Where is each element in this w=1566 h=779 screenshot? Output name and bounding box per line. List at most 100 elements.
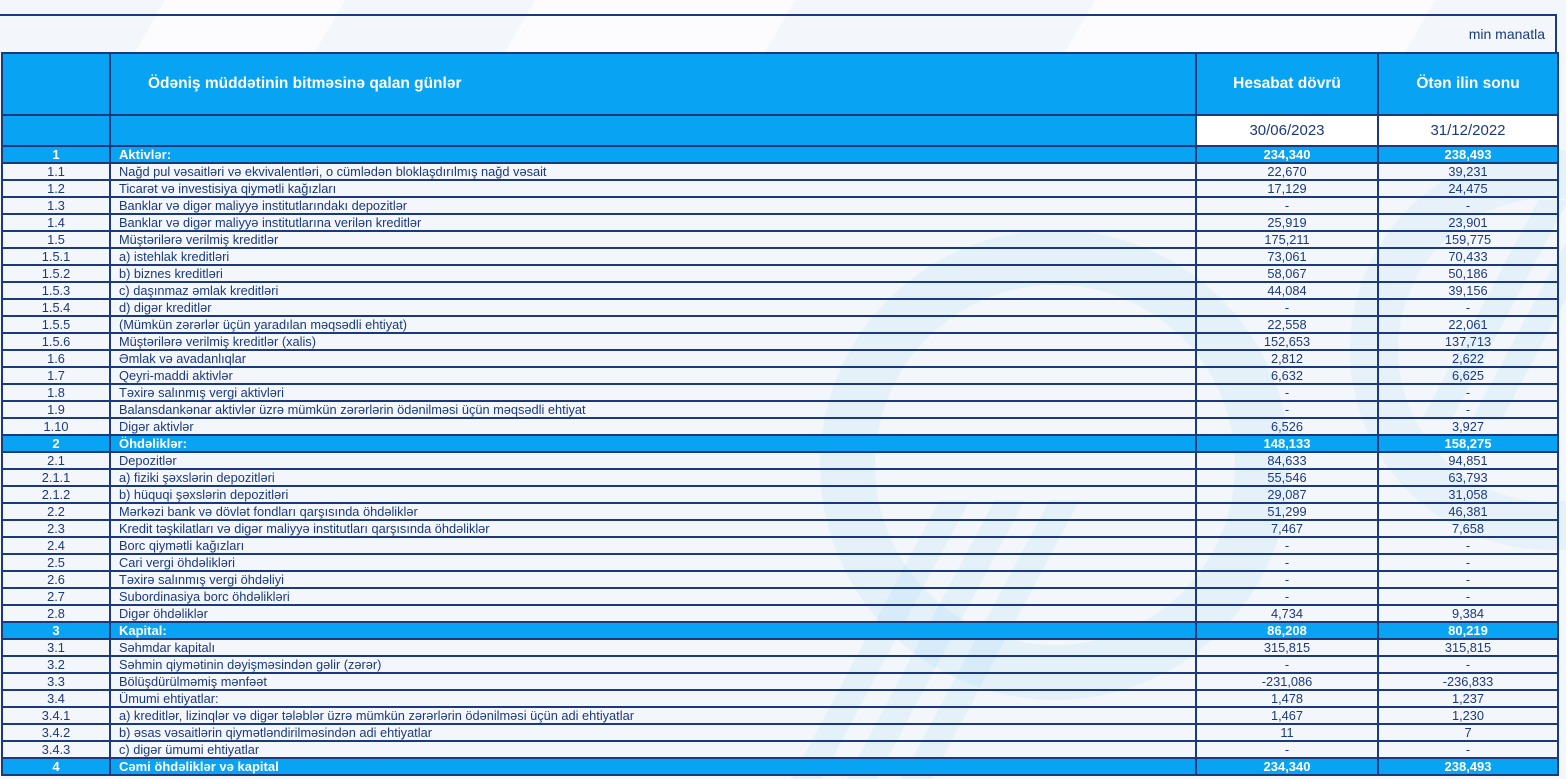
units-label: min manatla <box>1469 26 1545 42</box>
row-label-cell: Cari vergi öhdəlikləri <box>110 554 1196 571</box>
row-number-cell: 3.3 <box>2 673 110 690</box>
previous-value-cell: 137,713 <box>1378 333 1558 350</box>
table-row: 3.4.3c) digər ümumi ehtiyatlar-- <box>2 741 1558 758</box>
table-row: 1.10Digər aktivlər6,5263,927 <box>2 418 1558 435</box>
row-number-cell: 1.5.1 <box>2 248 110 265</box>
current-value-cell: 51,299 <box>1196 503 1378 520</box>
previous-value-cell: - <box>1378 656 1558 673</box>
previous-value-cell: 50,186 <box>1378 265 1558 282</box>
previous-value-cell: -236,833 <box>1378 673 1558 690</box>
row-label-cell: c) digər ümumi ehtiyatlar <box>110 741 1196 758</box>
row-number-cell: 1.2 <box>2 180 110 197</box>
row-label-cell: Aktivlər: <box>110 146 1196 163</box>
balance-sheet-table-wrap: Ödəniş müddətinin bitməsinə qalan günlər… <box>1 52 1558 776</box>
row-number-cell: 1.8 <box>2 384 110 401</box>
row-label-cell: a) fiziki şəxslərin depozitləri <box>110 469 1196 486</box>
row-number-cell: 1.4 <box>2 214 110 231</box>
row-number-cell: 2.2 <box>2 503 110 520</box>
header-number-cell <box>2 53 110 115</box>
current-value-cell: 234,340 <box>1196 146 1378 163</box>
previous-value-cell: 6,625 <box>1378 367 1558 384</box>
current-value-cell: 58,067 <box>1196 265 1378 282</box>
row-number-cell: 1.1 <box>2 163 110 180</box>
current-value-cell: 175,211 <box>1196 231 1378 248</box>
row-number-cell: 1.5 <box>2 231 110 248</box>
previous-value-cell: 31,058 <box>1378 486 1558 503</box>
table-row: 2.1.1a) fiziki şəxslərin depozitləri55,5… <box>2 469 1558 486</box>
table-row: 1.5Müştərilərə verilmiş kreditlər175,211… <box>2 231 1558 248</box>
previous-value-cell: 1,237 <box>1378 690 1558 707</box>
previous-value-cell: 80,219 <box>1378 622 1558 639</box>
row-number-cell: 2.7 <box>2 588 110 605</box>
row-number-cell: 1.5.4 <box>2 299 110 316</box>
row-label-cell: Banklar və digər maliyyə institutlarında… <box>110 197 1196 214</box>
table-row: 2.5Cari vergi öhdəlikləri-- <box>2 554 1558 571</box>
balance-sheet-table: Ödəniş müddətinin bitməsinə qalan günlər… <box>1 52 1559 776</box>
previous-value-cell: - <box>1378 299 1558 316</box>
row-label-cell: c) daşınmaz əmlak kreditləri <box>110 282 1196 299</box>
row-number-cell: 2.6 <box>2 571 110 588</box>
row-label-cell: Balansdankənar aktivlər üzrə mümkün zərə… <box>110 401 1196 418</box>
row-number-cell: 1.9 <box>2 401 110 418</box>
current-value-cell: - <box>1196 384 1378 401</box>
current-value-cell: - <box>1196 401 1378 418</box>
table-row: 1.5.3c) daşınmaz əmlak kreditləri44,0843… <box>2 282 1558 299</box>
row-label-cell: b) əsas vəsaitlərin qiymətləndirilməsind… <box>110 724 1196 741</box>
current-value-cell: 17,129 <box>1196 180 1378 197</box>
previous-value-cell: 7 <box>1378 724 1558 741</box>
row-number-cell: 1.6 <box>2 350 110 367</box>
row-number-cell: 3.4.2 <box>2 724 110 741</box>
table-row: 2.7Subordinasiya borc öhdəlikləri-- <box>2 588 1558 605</box>
current-value-cell: - <box>1196 554 1378 571</box>
units-strip: min manatla <box>0 14 1557 52</box>
header-previous-period: Ötən ilin sonu <box>1378 53 1558 115</box>
previous-value-cell: 22,061 <box>1378 316 1558 333</box>
previous-value-cell: 9,384 <box>1378 605 1558 622</box>
date-row: 30/06/2023 31/12/2022 <box>2 115 1558 146</box>
current-value-cell: 29,087 <box>1196 486 1378 503</box>
row-number-cell: 3.2 <box>2 656 110 673</box>
row-label-cell: Bölüşdürülməmiş mənfəət <box>110 673 1196 690</box>
header-maturity-label: Ödəniş müddətinin bitməsinə qalan günlər <box>110 53 1196 115</box>
current-value-cell: 6,632 <box>1196 367 1378 384</box>
current-value-cell: 55,546 <box>1196 469 1378 486</box>
current-value-cell: 22,670 <box>1196 163 1378 180</box>
date-blank-cell <box>110 115 1196 146</box>
row-number-cell: 2.5 <box>2 554 110 571</box>
row-number-cell: 2.1 <box>2 452 110 469</box>
date-blank-cell <box>2 115 110 146</box>
table-row: 1.5.1a) istehlak kreditləri73,06170,433 <box>2 248 1558 265</box>
row-number-cell: 2.1.1 <box>2 469 110 486</box>
current-value-cell: 148,133 <box>1196 435 1378 452</box>
previous-value-cell: 3,927 <box>1378 418 1558 435</box>
section-row: 4Cəmi öhdəliklər və kapital234,340238,49… <box>2 758 1558 775</box>
current-value-cell: - <box>1196 197 1378 214</box>
table-row: 1.4Banklar və digər maliyyə institutları… <box>2 214 1558 231</box>
row-label-cell: d) digər kreditlər <box>110 299 1196 316</box>
row-label-cell: Təxirə salınmış vergi öhdəliyi <box>110 571 1196 588</box>
current-value-cell: 1,467 <box>1196 707 1378 724</box>
current-value-cell: - <box>1196 299 1378 316</box>
previous-value-cell: 238,493 <box>1378 146 1558 163</box>
previous-value-cell: 94,851 <box>1378 452 1558 469</box>
balance-sheet-page: min manatla Ödəniş müddətinin bitməsinə … <box>0 0 1566 779</box>
row-number-cell: 2.4 <box>2 537 110 554</box>
previous-value-cell: 1,230 <box>1378 707 1558 724</box>
table-row: 1.1Nağd pul vəsaitləri və ekvivalentləri… <box>2 163 1558 180</box>
row-label-cell: Ümumi ehtiyatlar: <box>110 690 1196 707</box>
current-value-cell: 86,208 <box>1196 622 1378 639</box>
row-number-cell: 1.5.5 <box>2 316 110 333</box>
previous-value-cell: 39,156 <box>1378 282 1558 299</box>
table-row: 1.5.5(Mümkün zərərlər üçün yaradılan məq… <box>2 316 1558 333</box>
previous-value-cell: - <box>1378 537 1558 554</box>
current-value-cell: 22,558 <box>1196 316 1378 333</box>
section-row: 1Aktivlər:234,340238,493 <box>2 146 1558 163</box>
previous-value-cell: 315,815 <box>1378 639 1558 656</box>
row-number-cell: 1.10 <box>2 418 110 435</box>
previous-period-date: 31/12/2022 <box>1378 115 1558 146</box>
previous-value-cell: - <box>1378 571 1558 588</box>
table-row: 2.1.2b) hüquqi şəxslərin depozitləri29,0… <box>2 486 1558 503</box>
row-label-cell: Ticarət və investisiya qiymətli kağızlar… <box>110 180 1196 197</box>
previous-value-cell: 7,658 <box>1378 520 1558 537</box>
row-label-cell: Müştərilərə verilmiş kreditlər (xalis) <box>110 333 1196 350</box>
